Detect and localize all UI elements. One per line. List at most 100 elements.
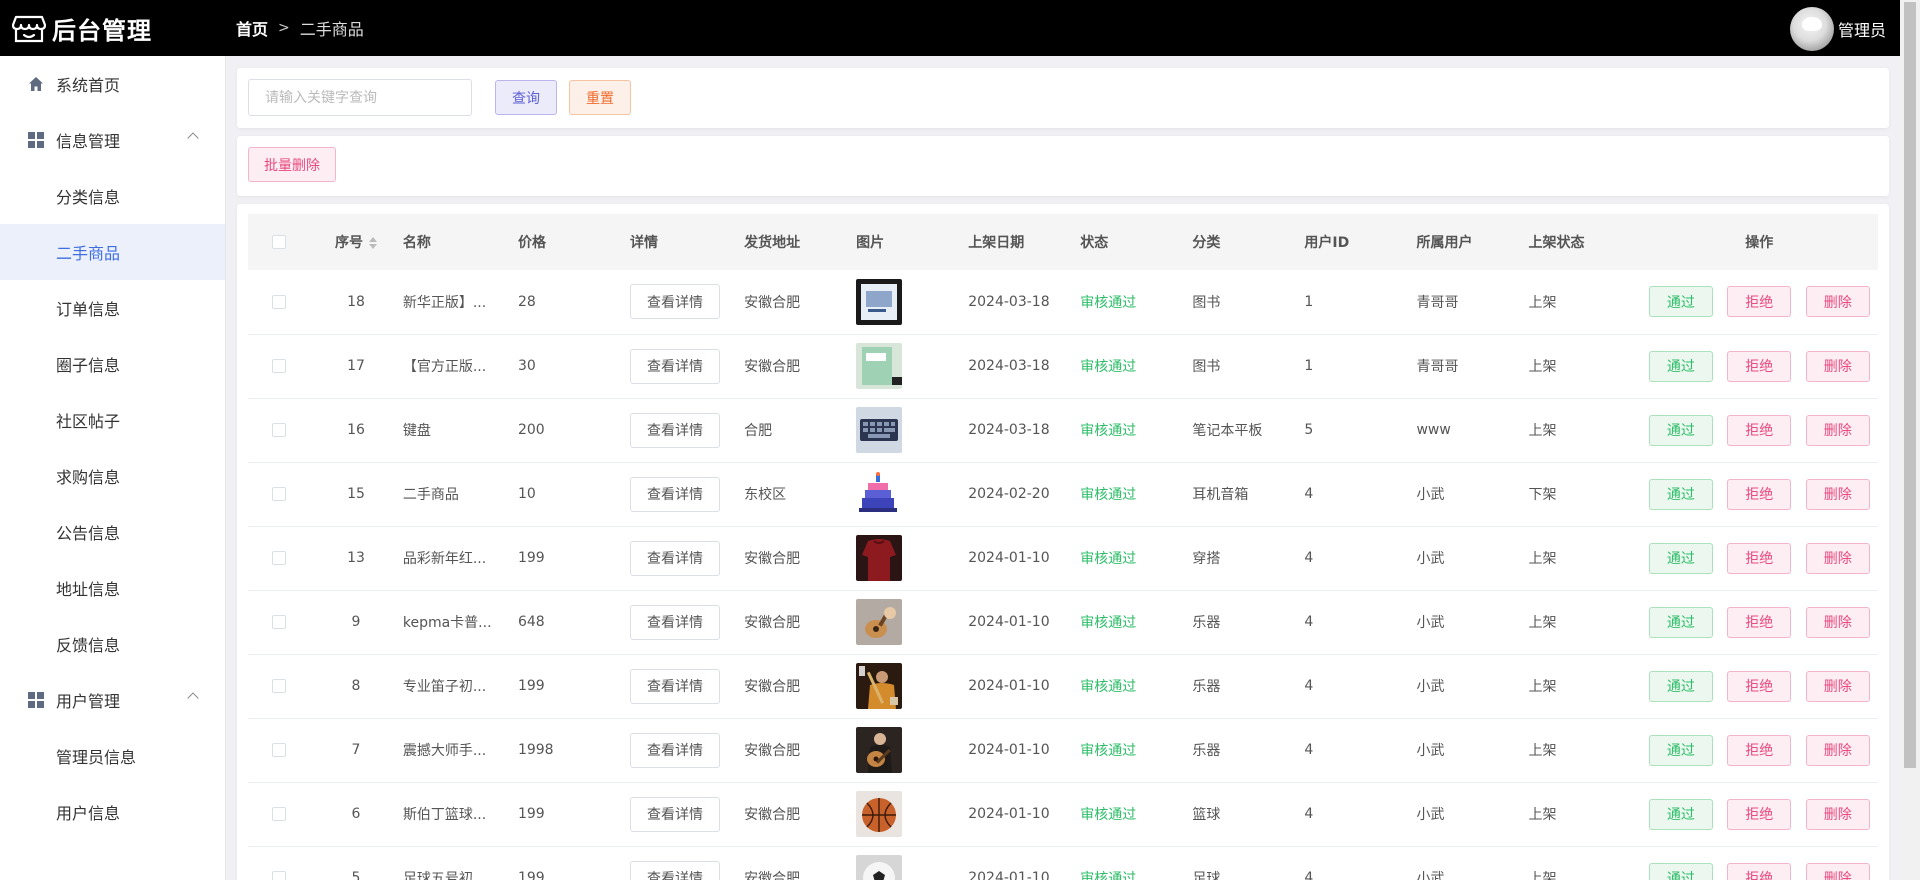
reset-button[interactable]: 重置 bbox=[569, 80, 631, 115]
product-image[interactable] bbox=[856, 590, 969, 655]
reject-button[interactable]: 拒绝 bbox=[1727, 734, 1792, 766]
product-image[interactable] bbox=[856, 782, 969, 847]
view-detail-button[interactable]: 查看详情 bbox=[630, 412, 721, 448]
approve-button[interactable]: 通过 bbox=[1648, 734, 1713, 766]
approve-button[interactable]: 通过 bbox=[1648, 798, 1713, 830]
approve-button[interactable]: 通过 bbox=[1648, 670, 1713, 702]
product-image[interactable] bbox=[856, 718, 969, 783]
product-image[interactable] bbox=[856, 846, 969, 880]
reject-button[interactable]: 拒绝 bbox=[1727, 862, 1792, 880]
row-checkbox[interactable] bbox=[271, 679, 286, 693]
sidebar-item-home[interactable]: 系统首页 bbox=[0, 56, 225, 112]
sidebar-item-orders[interactable]: 订单信息 bbox=[0, 280, 225, 336]
approve-button[interactable]: 通过 bbox=[1648, 350, 1713, 382]
approve-button[interactable]: 通过 bbox=[1648, 478, 1713, 510]
delete-button[interactable]: 删除 bbox=[1805, 798, 1870, 830]
sidebar-item-notices[interactable]: 公告信息 bbox=[0, 504, 225, 560]
delete-button[interactable]: 删除 bbox=[1805, 670, 1870, 702]
store-icon bbox=[12, 15, 46, 43]
avatar[interactable] bbox=[1789, 7, 1834, 51]
row-checkbox[interactable] bbox=[271, 294, 286, 309]
search-input[interactable] bbox=[248, 79, 472, 116]
delete-button[interactable]: 删除 bbox=[1805, 606, 1870, 638]
reject-button[interactable]: 拒绝 bbox=[1727, 414, 1792, 446]
row-checkbox[interactable] bbox=[271, 871, 286, 880]
approve-button[interactable]: 通过 bbox=[1648, 862, 1713, 880]
view-detail-button[interactable]: 查看详情 bbox=[630, 668, 721, 704]
row-checkbox[interactable] bbox=[271, 423, 286, 437]
reject-button[interactable]: 拒绝 bbox=[1727, 670, 1792, 702]
view-detail-button[interactable]: 查看详情 bbox=[630, 476, 721, 512]
cell-user: 小武 bbox=[1416, 654, 1529, 719]
sidebar: 系统首页 信息管理 分类信息 二手商品 订单信息 圈子信息 社区帖子 求购信息 … bbox=[0, 56, 226, 880]
row-checkbox[interactable] bbox=[271, 487, 286, 501]
sidebar-item-circles[interactable]: 圈子信息 bbox=[0, 336, 225, 392]
sidebar-group-info[interactable]: 信息管理 bbox=[0, 112, 225, 168]
reject-button[interactable]: 拒绝 bbox=[1727, 606, 1792, 638]
cell-user-id: 5 bbox=[1304, 398, 1417, 463]
cell-name: 二手商品 bbox=[402, 462, 518, 527]
scrollbar-thumb[interactable] bbox=[1904, 2, 1916, 768]
breadcrumb-separator: > bbox=[278, 20, 290, 36]
reject-button[interactable]: 拒绝 bbox=[1727, 350, 1792, 382]
approve-button[interactable]: 通过 bbox=[1648, 286, 1713, 318]
product-image[interactable] bbox=[856, 334, 969, 399]
sidebar-item-secondhand[interactable]: 二手商品 bbox=[0, 224, 225, 280]
delete-button[interactable]: 删除 bbox=[1805, 286, 1870, 318]
view-detail-button[interactable]: 查看详情 bbox=[630, 348, 721, 384]
cell-user: 小武 bbox=[1416, 462, 1529, 527]
reject-button[interactable]: 拒绝 bbox=[1727, 286, 1792, 318]
approve-button[interactable]: 通过 bbox=[1648, 606, 1713, 638]
delete-button[interactable]: 删除 bbox=[1805, 862, 1870, 880]
query-button[interactable]: 查询 bbox=[495, 80, 557, 115]
approve-button[interactable]: 通过 bbox=[1648, 414, 1713, 446]
row-checkbox[interactable] bbox=[271, 743, 286, 757]
view-detail-button[interactable]: 查看详情 bbox=[630, 284, 721, 320]
view-detail-button[interactable]: 查看详情 bbox=[630, 796, 721, 832]
breadcrumb-home[interactable]: 首页 bbox=[236, 16, 268, 40]
user-name[interactable]: 管理员 bbox=[1838, 17, 1886, 41]
page-scrollbar[interactable] bbox=[1900, 0, 1920, 880]
chevron-up-icon[interactable] bbox=[187, 132, 199, 144]
cell-date: 2024-01-10 bbox=[968, 654, 1081, 719]
cell-price: 10 bbox=[517, 462, 631, 527]
product-image[interactable] bbox=[856, 398, 969, 463]
row-checkbox[interactable] bbox=[271, 551, 286, 565]
column-header-id[interactable]: 序号 bbox=[309, 214, 403, 270]
user-menu[interactable]: 管理员 bbox=[1789, 7, 1886, 51]
delete-button[interactable]: 删除 bbox=[1805, 478, 1870, 510]
sidebar-item-admins[interactable]: 管理员信息 bbox=[0, 728, 225, 784]
row-checkbox[interactable] bbox=[271, 359, 286, 373]
batch-delete-button[interactable]: 批量删除 bbox=[248, 147, 336, 182]
product-image[interactable] bbox=[856, 654, 969, 719]
reject-button[interactable]: 拒绝 bbox=[1727, 478, 1792, 510]
cell-address: 安徽合肥 bbox=[744, 334, 857, 399]
sort-icon[interactable] bbox=[368, 237, 377, 249]
reject-button[interactable]: 拒绝 bbox=[1727, 798, 1792, 830]
sidebar-item-addresses[interactable]: 地址信息 bbox=[0, 560, 225, 616]
view-detail-button[interactable]: 查看详情 bbox=[630, 732, 721, 768]
row-checkbox[interactable] bbox=[271, 807, 286, 821]
approve-button[interactable]: 通过 bbox=[1648, 542, 1713, 574]
chevron-up-icon[interactable] bbox=[187, 692, 199, 704]
delete-button[interactable]: 删除 bbox=[1805, 414, 1870, 446]
select-all-checkbox[interactable] bbox=[271, 235, 286, 249]
reject-button[interactable]: 拒绝 bbox=[1727, 542, 1792, 574]
sidebar-item-feedback[interactable]: 反馈信息 bbox=[0, 616, 225, 672]
delete-button[interactable]: 删除 bbox=[1805, 542, 1870, 574]
row-checkbox[interactable] bbox=[271, 615, 286, 629]
view-detail-button[interactable]: 查看详情 bbox=[630, 540, 721, 576]
sidebar-item-category[interactable]: 分类信息 bbox=[0, 168, 225, 224]
product-image[interactable] bbox=[856, 270, 969, 335]
cell-id: 5 bbox=[309, 846, 403, 880]
delete-button[interactable]: 删除 bbox=[1805, 350, 1870, 382]
sidebar-item-wanted[interactable]: 求购信息 bbox=[0, 448, 225, 504]
view-detail-button[interactable]: 查看详情 bbox=[630, 860, 721, 880]
view-detail-button[interactable]: 查看详情 bbox=[630, 604, 721, 640]
sidebar-item-posts[interactable]: 社区帖子 bbox=[0, 392, 225, 448]
product-image[interactable] bbox=[856, 526, 969, 591]
sidebar-item-users[interactable]: 用户信息 bbox=[0, 784, 225, 840]
sidebar-group-user[interactable]: 用户管理 bbox=[0, 672, 225, 728]
delete-button[interactable]: 删除 bbox=[1805, 734, 1870, 766]
product-image[interactable] bbox=[856, 462, 969, 527]
